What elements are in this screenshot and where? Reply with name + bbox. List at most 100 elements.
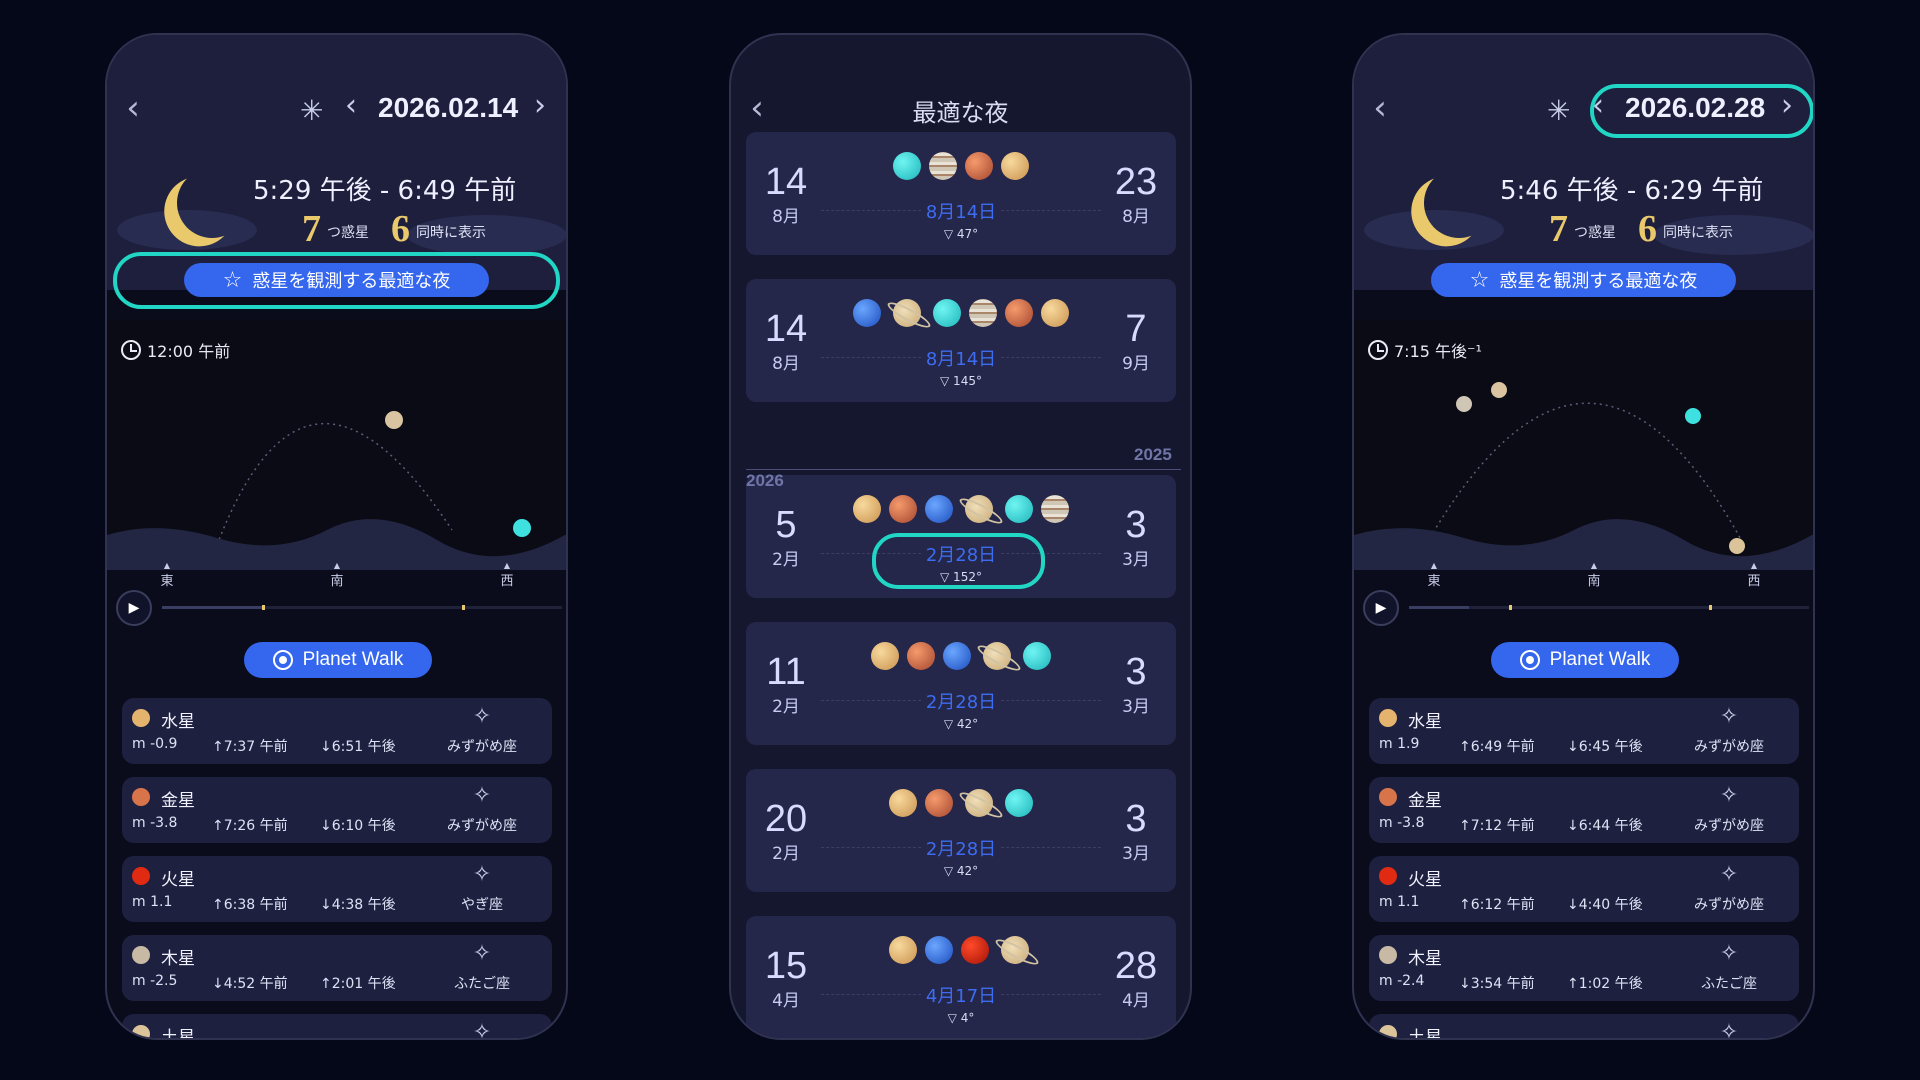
date-label[interactable]: 2026.02.14 — [378, 92, 518, 124]
planet-constellation: ふたご座 — [454, 976, 510, 992]
slider-fill — [1409, 606, 1469, 609]
planet-magnitude: m 1.1 — [132, 894, 173, 910]
sky-planet-uranus[interactable] — [513, 519, 531, 537]
sky-planet-jupiter[interactable] — [1456, 396, 1472, 412]
saturn-icon — [1001, 936, 1029, 964]
night-card[interactable]: 5 2月 3 3月 2月28日 ▽ 152° — [746, 475, 1176, 598]
planet-icon — [925, 936, 953, 964]
planet-card[interactable]: 土星m 1.1↑8:28 午前↓8:13 午後✧うお座 — [122, 1014, 552, 1040]
sky-planet-jupiter[interactable] — [385, 411, 403, 429]
planet-constellation: みずがめ座 — [447, 818, 517, 834]
planet-magnitude: m -3.8 — [1379, 815, 1425, 831]
planet-dot-icon — [1379, 867, 1397, 885]
prev-date-chevron-icon[interactable]: ‹ — [345, 88, 357, 123]
planet-time-1: ↑7:26 午前 — [212, 818, 288, 834]
best-night-button[interactable]: ☆ 惑星を観測する最適な夜 — [184, 263, 489, 297]
planet-time-1: ↑7:12 午前 — [1459, 818, 1535, 834]
planet-name: 木星 — [161, 949, 195, 969]
night-card[interactable]: 14 8月 23 8月 8月14日 ▽ 47° — [746, 132, 1176, 255]
planet-card[interactable]: 木星 m -2.4 ↓3:54 午前 ↑1:02 午後 ✧ ふたご座 — [1369, 935, 1799, 1001]
planet-name: 土星 — [1408, 1028, 1442, 1040]
sky-chart[interactable]: 12:00 午前 東 南 西 — [107, 320, 566, 589]
back-chevron-icon[interactable]: ‹ — [1360, 88, 1400, 128]
time-slider[interactable] — [162, 605, 562, 610]
planet-icon — [933, 299, 961, 327]
planet-icons-row — [746, 149, 1176, 183]
visible-count: 6 — [1638, 208, 1657, 250]
planet-dot-icon — [1379, 788, 1397, 806]
aquarius-icon: ✧ — [1719, 783, 1739, 808]
visible-count-label: 同時に表示 — [1663, 225, 1733, 241]
planet-constellation: みずがめ座 — [1694, 739, 1764, 755]
sky-planet-uranus[interactable] — [1685, 408, 1701, 424]
night-card[interactable]: 20 2月 3 3月 2月28日 ▽ 42° — [746, 769, 1176, 892]
planet-time-2: ↓4:40 午後 — [1567, 897, 1643, 913]
phone-middle-best-nights: ‹ 最適な夜 14 8月 23 8月 8月14日 ▽ 47° 14 8月 7 9月 8月14日 ▽ 1… — [729, 33, 1192, 1040]
play-button[interactable]: ▶ — [116, 590, 152, 626]
planet-icon — [925, 495, 953, 523]
sky-arc-svg — [107, 411, 566, 570]
year-divider — [746, 469, 1181, 470]
planet-icon — [1005, 789, 1033, 817]
highlight-ring — [872, 533, 1045, 589]
capricorn-icon: ✧ — [472, 862, 492, 887]
planet-icons-row — [746, 933, 1176, 967]
planet-walk-button[interactable]: Planet Walk — [244, 642, 432, 678]
planet-card[interactable]: 火星 m 1.1 ↑6:12 午前 ↓4:40 午後 ✧ みずがめ座 — [1369, 856, 1799, 922]
best-date: 4月17日 — [925, 986, 997, 1007]
saturn-icon — [965, 789, 993, 817]
planet-card[interactable]: 水星 m 1.9 ↑6:49 午前 ↓6:45 午後 ✧ みずがめ座 — [1369, 698, 1799, 764]
planet-time-2: ↑1:02 午後 — [1567, 976, 1643, 992]
planet-card[interactable]: 土星m 1↑7:36 午前↓7:26 午後✧うお座 — [1369, 1014, 1799, 1040]
play-button[interactable]: ▶ — [1363, 590, 1399, 626]
planet-time-2: ↓4:38 午後 — [320, 897, 396, 913]
planet-dot-icon — [132, 867, 150, 885]
direction-south: 南 — [1579, 562, 1609, 589]
sky-planet-saturn[interactable] — [1729, 538, 1745, 554]
direction-east: 東 — [152, 562, 182, 589]
pisces-icon: ✧ — [472, 1020, 492, 1040]
night-card[interactable]: 11 2月 3 3月 2月28日 ▽ 42° — [746, 622, 1176, 745]
aquarius-icon: ✧ — [472, 704, 492, 729]
best-date: 8月14日 — [925, 202, 997, 223]
planet-constellation: みずがめ座 — [1694, 897, 1764, 913]
planet-time-2: ↓6:45 午後 — [1567, 739, 1643, 755]
phone-left-planet-view: ‹ ✳ ‹ 2026.02.14 › 5:29 午後 - 6:49 午前 7 つ惑… — [105, 33, 568, 1040]
planet-name: 金星 — [161, 791, 195, 811]
sparkle-icon[interactable]: ✳ — [1547, 94, 1570, 127]
direction-east: 東 — [1419, 562, 1449, 589]
planet-dot-icon — [1379, 709, 1397, 727]
planet-card[interactable]: 火星 m 1.1 ↑6:38 午前 ↓4:38 午後 ✧ やぎ座 — [122, 856, 552, 922]
sky-planet-mercury[interactable] — [1491, 382, 1507, 398]
next-date-chevron-icon[interactable]: › — [534, 88, 546, 123]
planet-card[interactable]: 水星 m -0.9 ↑7:37 午前 ↓6:51 午後 ✧ みずがめ座 — [122, 698, 552, 764]
night-card[interactable]: 14 8月 7 9月 8月14日 ▽ 145° — [746, 279, 1176, 402]
planet-time-1: ↑6:38 午前 — [212, 897, 288, 913]
best-night-button[interactable]: ☆ 惑星を観測する最適な夜 — [1431, 263, 1736, 297]
aquarius-icon: ✧ — [1719, 704, 1739, 729]
night-time-range: 5:29 午後 - 6:49 午前 — [253, 176, 517, 206]
planet-time-1: ↓4:52 午前 — [212, 976, 288, 992]
star-icon: ☆ — [1469, 267, 1490, 293]
sparkle-icon[interactable]: ✳ — [300, 94, 323, 127]
planet-time-2: ↓6:10 午後 — [320, 818, 396, 834]
planet-card[interactable]: 木星 m -2.5 ↓4:52 午前 ↑2:01 午後 ✧ ふたご座 — [122, 935, 552, 1001]
night-card[interactable]: 15 4月 28 4月 4月17日 ▽ 4° — [746, 916, 1176, 1038]
page-title: 最適な夜 — [912, 99, 1009, 127]
time-slider[interactable] — [1409, 605, 1809, 610]
planet-card[interactable]: 金星 m -3.8 ↑7:12 午前 ↓6:44 午後 ✧ みずがめ座 — [1369, 777, 1799, 843]
planet-card[interactable]: 金星 m -3.8 ↑7:26 午前 ↓6:10 午後 ✧ みずがめ座 — [122, 777, 552, 843]
slider-tick — [462, 605, 465, 610]
top-bar: ‹ ✳ ‹ 2026.02.14 › — [107, 88, 566, 130]
planet-count: 7 — [1549, 208, 1568, 250]
planet-count-label: つ惑星 — [327, 225, 369, 241]
sky-chart[interactable]: 7:15 午後⁻¹ 東 南 西 — [1354, 320, 1813, 589]
planet-name: 火星 — [161, 870, 195, 890]
planet-constellation: やぎ座 — [461, 897, 503, 913]
back-chevron-icon[interactable]: ‹ — [113, 88, 153, 128]
planet-icons-row — [746, 639, 1176, 673]
planet-walk-button[interactable]: Planet Walk — [1491, 642, 1679, 678]
planet-name: 水星 — [161, 712, 195, 732]
planet-icon — [929, 152, 957, 180]
planet-icon — [925, 789, 953, 817]
